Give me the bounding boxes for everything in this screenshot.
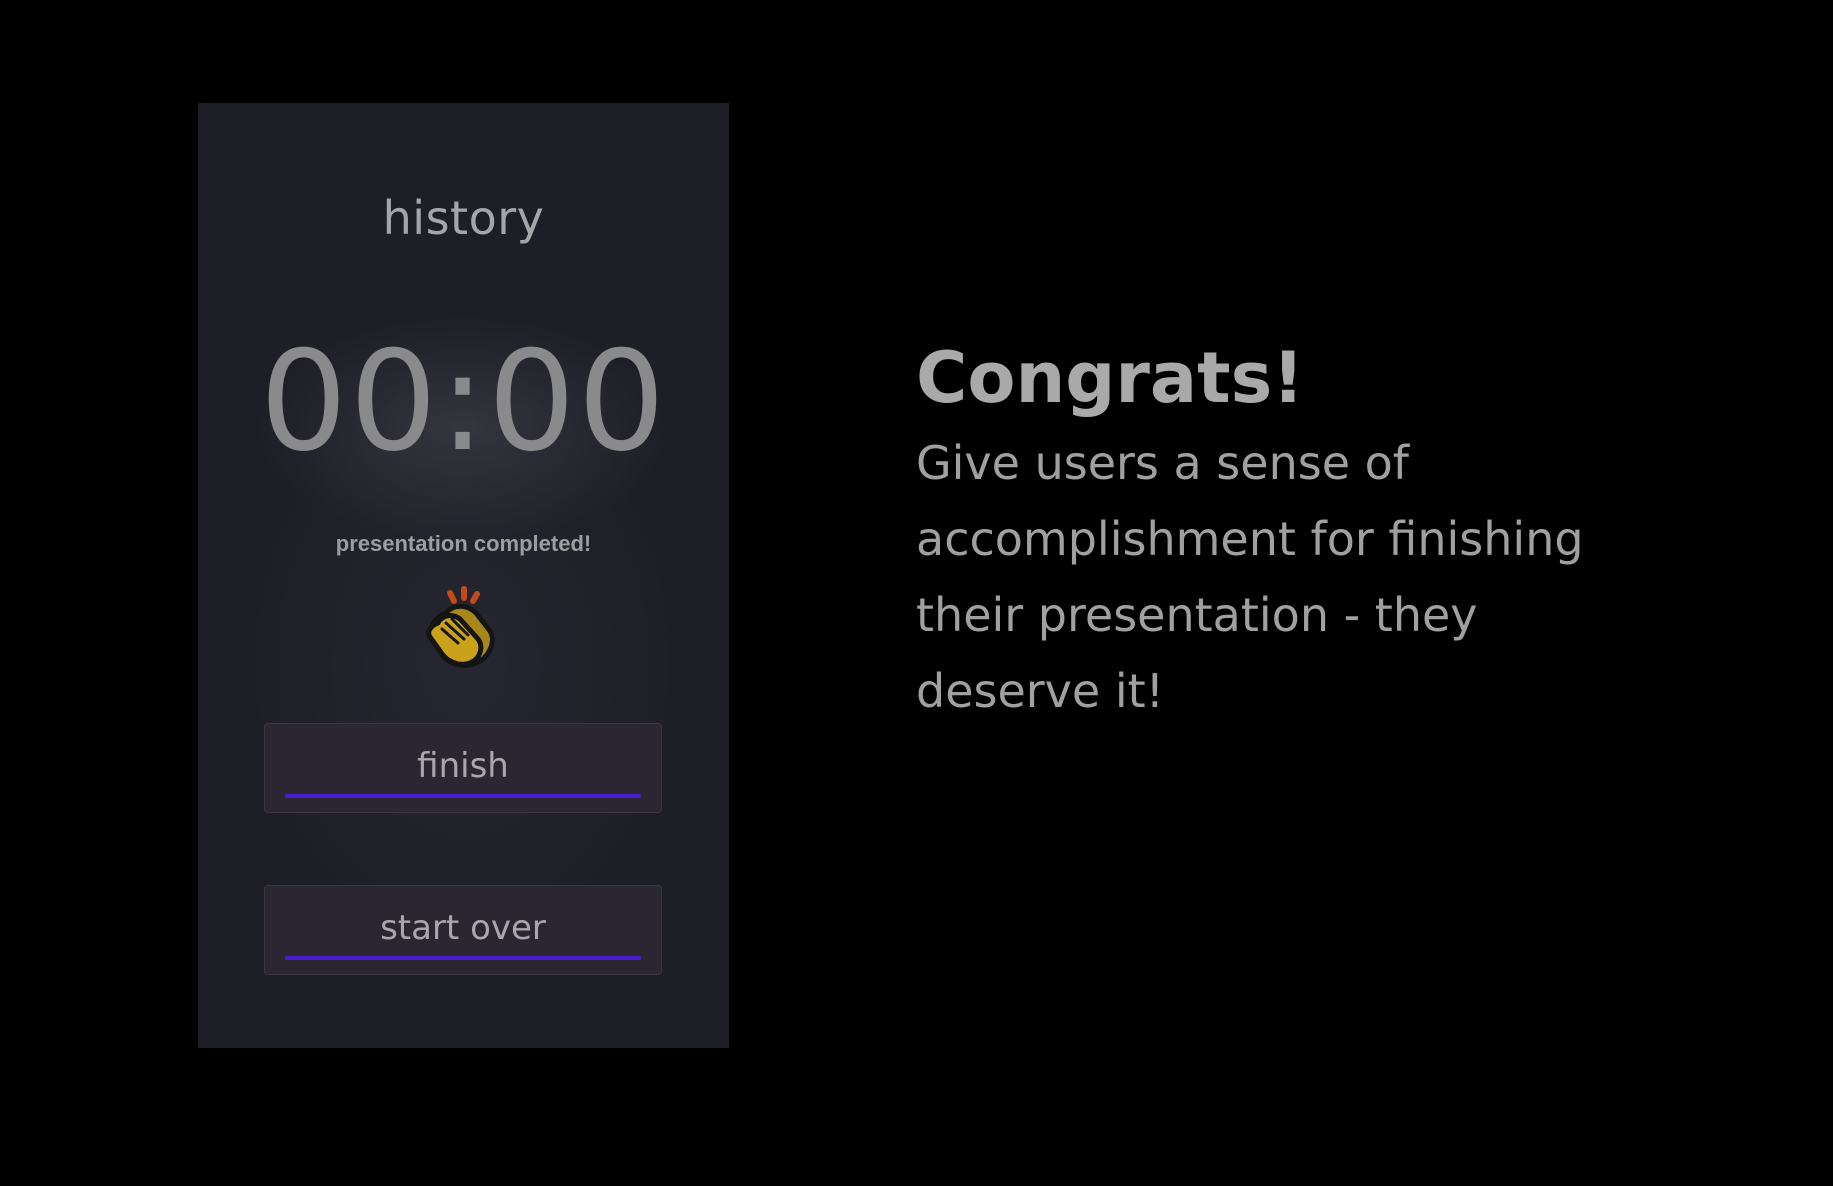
start-over-button-underline xyxy=(285,956,641,960)
finish-button-label: finish xyxy=(417,746,509,786)
description-text: Give users a sense of accomplishment for… xyxy=(916,436,1584,718)
description-panel: Congrats! Give users a sense of accompli… xyxy=(916,340,1776,729)
finish-button-underline xyxy=(285,794,641,798)
slide-canvas: history 00:00 presentation completed! fi… xyxy=(0,0,1833,1186)
completion-message: presentation completed! xyxy=(335,531,592,556)
start-over-button-label: start over xyxy=(380,908,546,948)
phone-screen: history 00:00 presentation completed! fi… xyxy=(198,103,729,1048)
start-over-button[interactable]: start over xyxy=(264,885,662,975)
history-link[interactable]: history xyxy=(198,191,729,245)
congrats-heading: Congrats! xyxy=(916,337,1305,419)
clapping-hands-icon xyxy=(426,586,495,668)
finish-button[interactable]: finish xyxy=(264,723,662,813)
timer-display: 00:00 xyxy=(259,321,668,482)
